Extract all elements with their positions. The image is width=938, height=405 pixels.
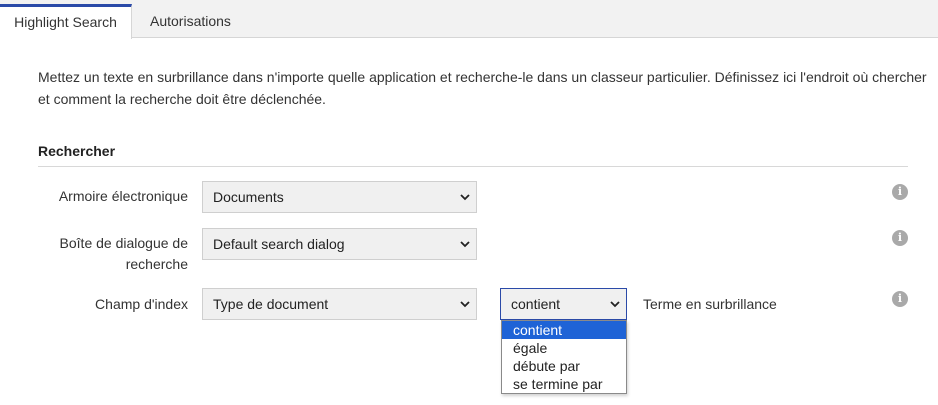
dialog-label: Boîte de dialogue de recherche bbox=[38, 233, 188, 275]
operator-option-debute-par[interactable]: débute par bbox=[502, 357, 626, 375]
cabinet-select[interactable]: Documents bbox=[202, 181, 477, 213]
info-icon[interactable]: i bbox=[892, 230, 908, 246]
operator-option-contient[interactable]: contient bbox=[502, 321, 626, 339]
chevron-down-icon bbox=[460, 194, 470, 201]
operator-option-se-termine-par[interactable]: se termine par bbox=[502, 375, 626, 393]
operator-option-egale[interactable]: égale bbox=[502, 339, 626, 357]
chevron-down-icon bbox=[460, 301, 470, 308]
section-title: Rechercher bbox=[38, 143, 116, 159]
operator-dropdown-list: contient égale débute par se termine par bbox=[501, 320, 627, 394]
cabinet-label: Armoire électronique bbox=[58, 188, 188, 204]
tab-highlight-search[interactable]: Highlight Search bbox=[0, 4, 132, 39]
index-label: Champ d'index bbox=[95, 296, 188, 312]
dialog-select-value: Default search dialog bbox=[213, 236, 345, 252]
highlight-term-label: Terme en surbrillance bbox=[643, 296, 777, 312]
cabinet-select-value: Documents bbox=[213, 189, 284, 205]
chevron-down-icon bbox=[460, 241, 470, 248]
operator-select[interactable]: contient bbox=[500, 288, 627, 320]
info-icon[interactable]: i bbox=[892, 291, 908, 307]
chevron-down-icon bbox=[610, 301, 620, 308]
dialog-label-line2: recherche bbox=[125, 256, 188, 272]
description-text: Mettez un texte en surbrillance dans n'i… bbox=[38, 69, 927, 107]
index-field-select[interactable]: Type de document bbox=[202, 288, 477, 320]
tab-autorisations[interactable]: Autorisations bbox=[136, 4, 245, 38]
index-select-value: Type de document bbox=[213, 296, 329, 312]
section-divider bbox=[38, 166, 908, 167]
dialog-label-line1: Boîte de dialogue de bbox=[59, 235, 188, 251]
operator-select-value: contient bbox=[511, 296, 561, 312]
dialog-select[interactable]: Default search dialog bbox=[202, 228, 477, 260]
tab-bar: Highlight Search Autorisations bbox=[0, 0, 938, 39]
info-icon[interactable]: i bbox=[892, 184, 908, 200]
